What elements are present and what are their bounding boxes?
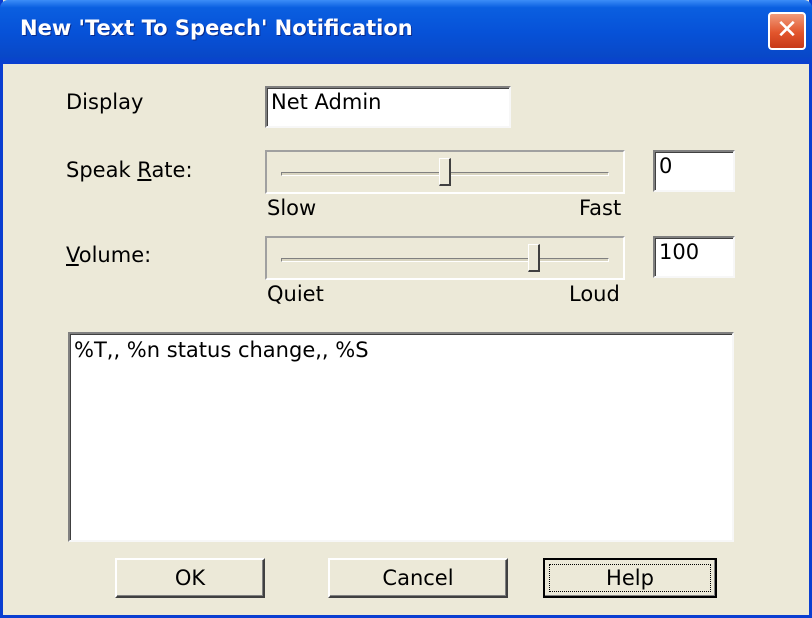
display-label: Display — [66, 90, 144, 114]
ok-button-label: OK — [174, 566, 206, 590]
volume-slider[interactable] — [265, 236, 625, 280]
speak-rate-min-label: Slow — [267, 196, 317, 220]
speak-rate-label: Speak Rate: — [66, 158, 193, 182]
title-bar[interactable]: New 'Text To Speech' Notification ✕ — [0, 0, 812, 64]
message-textarea[interactable]: %T,, %n status change,, %S — [68, 332, 734, 542]
volume-min-label: Quiet — [267, 282, 324, 306]
ok-button[interactable]: OK — [115, 558, 265, 598]
speak-rate-slider[interactable] — [265, 150, 625, 194]
cancel-button[interactable]: Cancel — [328, 558, 508, 598]
volume-max-label: Loud — [569, 282, 620, 306]
cancel-button-label: Cancel — [382, 566, 454, 590]
focus-rectangle — [549, 564, 711, 592]
speak-rate-thumb[interactable] — [439, 158, 451, 186]
volume-track — [281, 258, 609, 262]
speak-rate-value-field[interactable]: 0 — [653, 150, 735, 192]
volume-label: Volume: — [66, 243, 152, 267]
close-icon: ✕ — [776, 15, 798, 45]
window-title: New 'Text To Speech' Notification — [20, 16, 413, 40]
dialog-window: New 'Text To Speech' Notification ✕ Disp… — [0, 0, 812, 618]
volume-thumb[interactable] — [527, 244, 540, 272]
help-button[interactable]: Help — [543, 558, 717, 598]
display-input[interactable]: Net Admin — [265, 86, 511, 128]
close-button[interactable]: ✕ — [768, 12, 806, 50]
volume-value-field[interactable]: 100 — [653, 236, 735, 278]
speak-rate-max-label: Fast — [579, 196, 622, 220]
